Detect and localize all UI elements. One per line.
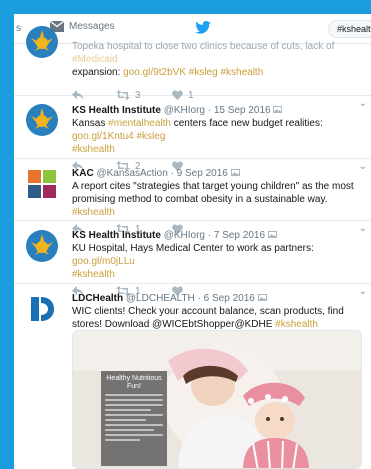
messages-nav-item[interactable]: Messages (50, 21, 115, 32)
flyer-text-line (105, 404, 163, 406)
photo-icon (230, 169, 240, 176)
tweet-header: KS Health Institute @KHIorg · 7 Sep 2016 (72, 229, 362, 242)
flyer-text-line (105, 429, 155, 431)
tweet-text: WIC clients! Check your account balance,… (72, 305, 362, 331)
tweet-header: LDCHealth @LDCHEALTH · 6 Sep 2016 (72, 292, 362, 305)
tweet-date[interactable]: · 7 Sep 2016 (208, 230, 265, 241)
tweet-text-part: Kansas (72, 118, 109, 129)
tweet-link[interactable]: goo.gl/m0jLLu (72, 256, 135, 267)
tweet-text-part: A report cites "strategies that target y… (72, 181, 354, 205)
flyer-text-line (105, 424, 163, 426)
flyer-text-line (105, 434, 163, 436)
tweet-date[interactable]: · 6 Sep 2016 (198, 293, 255, 304)
author-name[interactable]: LDCHealth (72, 293, 123, 304)
author-name[interactable]: KAC (72, 168, 94, 179)
author-handle[interactable]: @KHIorg (164, 105, 205, 116)
author-handle[interactable]: @KHIorg (164, 230, 205, 241)
tweet-header: KS Health Institute @KHIorg · 15 Sep 201… (72, 104, 362, 117)
flyer-text-line (105, 419, 146, 421)
author-name[interactable]: KS Health Institute (72, 105, 161, 116)
tweet-text-part: centers face new budget realities: (170, 118, 323, 129)
tweet-text-part: Topeka hospital to close two clinics bec… (72, 41, 335, 52)
tweet-item[interactable]: ⌄ KAC @KansasAction · 9 Sep 2016 A repor… (14, 159, 371, 235)
tweet-header: KAC @KansasAction · 9 Sep 2016 (72, 167, 362, 180)
khi-avatar[interactable] (26, 104, 58, 136)
tweet-text: Kansas #mentalhealth centers face new bu… (72, 117, 362, 156)
flyer-text-line (105, 414, 163, 416)
flyer-text-line (105, 394, 163, 396)
tweet-text: A report cites "strategies that target y… (72, 180, 362, 219)
hashtag-ksleg[interactable]: #ksleg (134, 131, 165, 142)
flyer-text-line (105, 399, 163, 401)
author-name[interactable]: KS Health Institute (72, 230, 161, 241)
hashtag-kshealth[interactable]: #kshealth (275, 319, 318, 330)
tweet-text: KU Hospital, Hays Medical Center to work… (72, 242, 362, 281)
tweet-date[interactable]: · 9 Sep 2016 (171, 168, 228, 179)
hashtag-medicaid[interactable]: #Medicaid (72, 54, 118, 65)
tweet-item[interactable]: Topeka hospital to close two clinics bec… (14, 26, 371, 101)
search-input[interactable]: #kshealth (328, 20, 371, 38)
photo-icon (267, 231, 277, 238)
khi-avatar[interactable] (26, 230, 58, 262)
flyer-text-line (105, 409, 152, 411)
wic-flyer-overlay: Healthy Nutritious Fun! (101, 371, 167, 466)
messages-label: Messages (69, 21, 115, 32)
hashtags[interactable]: #ksleg #kshealth (189, 67, 264, 78)
tweet-media-photo[interactable]: Healthy Nutritious Fun! (72, 330, 362, 469)
ldchealth-avatar[interactable] (26, 293, 58, 325)
tweet-date[interactable]: · 15 Sep 2016 (208, 105, 271, 116)
photo-icon (273, 106, 283, 113)
flyer-text-line (105, 439, 140, 441)
tweet-item[interactable]: ⌄ KS Health Institute @KHIorg · 7 Sep 20… (14, 221, 371, 297)
khi-avatar[interactable] (26, 26, 58, 58)
tweet-link[interactable]: goo.gl/1Kntu4 (72, 131, 134, 142)
author-handle[interactable]: @KansasAction (96, 168, 167, 179)
tweet-link[interactable]: goo.gl/9t2bVK (123, 67, 186, 78)
flyer-title: Healthy Nutritious Fun! (106, 375, 162, 390)
hashtag-kshealth[interactable]: #kshealth (72, 207, 115, 218)
hashtag-kshealth[interactable]: #kshealth (72, 144, 115, 155)
twitter-bird-icon[interactable] (195, 21, 211, 34)
tweet-text: Topeka hospital to close two clinics bec… (72, 40, 362, 79)
hashtag-mentalhealth[interactable]: #mentalhealth (108, 118, 171, 129)
author-handle[interactable]: @LDCHEALTH (126, 293, 195, 304)
twitter-embed-frame: s Messages #kshealth Topeka hospital to … (14, 14, 371, 469)
kac-avatar[interactable] (26, 168, 58, 200)
nav-cut-label[interactable]: s (16, 23, 21, 34)
hashtag-kshealth[interactable]: #kshealth (72, 269, 115, 280)
tweet-text-part: expansion: (72, 67, 124, 78)
tweet-item[interactable]: ⌄ KS Health Institute @KHIorg · 15 Sep 2… (14, 96, 371, 172)
photo-icon (257, 294, 267, 301)
tweet-text-part: KU Hospital, Hays Medical Center to work… (72, 243, 314, 254)
